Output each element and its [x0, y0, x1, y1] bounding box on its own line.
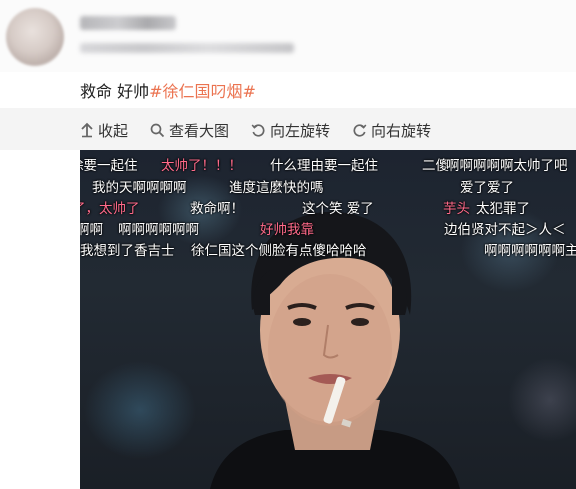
- danmaku-comment: 这个笑 爱了: [302, 201, 374, 217]
- danmaku-comment: 我想到了香吉士: [80, 243, 175, 259]
- avatar[interactable]: [6, 8, 64, 66]
- blurred-username[interactable]: [80, 16, 176, 30]
- danmaku-comment: 太帅了！！！: [161, 158, 242, 174]
- rotate-right-icon: [352, 123, 367, 138]
- danmaku-comment: 太犯罪了: [476, 201, 530, 217]
- danmaku-comment: 救命啊！: [190, 201, 244, 217]
- rotate-right-label: 向右旋转: [371, 121, 432, 140]
- danmaku-comment: 啊啊: [80, 222, 103, 238]
- rotate-left-icon: [251, 123, 266, 138]
- image-toolbar: 收起 查看大图 向左旋转 向右旋转: [80, 118, 431, 142]
- post-text: 救命 好帅#徐仁国叼烟#: [80, 78, 256, 102]
- danmaku-comment: 好帅我靠: [260, 222, 314, 238]
- collapse-button[interactable]: 收起: [80, 120, 128, 141]
- danmaku-comment: 爱了爱了: [460, 180, 514, 196]
- view-large-button[interactable]: 查看大图: [150, 120, 229, 141]
- hashtag-link[interactable]: #徐仁国叼烟#: [149, 82, 256, 101]
- danmaku-comment: 啊啊啊啊啊啊主: [484, 243, 576, 259]
- video-frame[interactable]: 除要一起住 太帅了！！！ 什么理由要一起住 二傻 啊啊啊啊啊太帅了吧 我的天啊啊…: [80, 150, 576, 489]
- post-header: [0, 0, 576, 72]
- blurred-post-meta: [80, 43, 294, 53]
- danmaku-comment: 边伯贤对不起＞人＜: [444, 222, 566, 238]
- magnifier-icon: [150, 123, 165, 138]
- rotate-left-label: 向左旋转: [270, 121, 331, 140]
- danmaku-comment: 芋头: [443, 201, 470, 217]
- danmaku-comment: 啊啊啊啊啊太帅了吧: [446, 158, 568, 174]
- arrow-up-icon: [80, 122, 94, 138]
- post-text-body: 救命 好帅: [80, 82, 150, 101]
- rotate-left-button[interactable]: 向左旋转: [251, 120, 330, 141]
- danmaku-comment: 了，太帅了: [80, 201, 140, 217]
- view-large-label: 查看大图: [169, 121, 230, 140]
- danmaku-comment: 徐仁国这个侧脸有点傻哈哈哈: [191, 243, 367, 259]
- danmaku-comment: 進度這麼快的嗎: [229, 180, 324, 196]
- collapse-label: 收起: [98, 121, 129, 140]
- danmaku-comment: 啊啊啊啊啊啊: [118, 222, 199, 238]
- danmaku-comment: 我的天啊啊啊啊: [92, 180, 187, 196]
- danmaku-comment: 什么理由要一起住: [270, 158, 378, 174]
- danmaku-comment: 二傻: [422, 158, 449, 174]
- rotate-right-button[interactable]: 向右旋转: [352, 120, 431, 141]
- danmaku-comment: 除要一起住: [80, 158, 138, 174]
